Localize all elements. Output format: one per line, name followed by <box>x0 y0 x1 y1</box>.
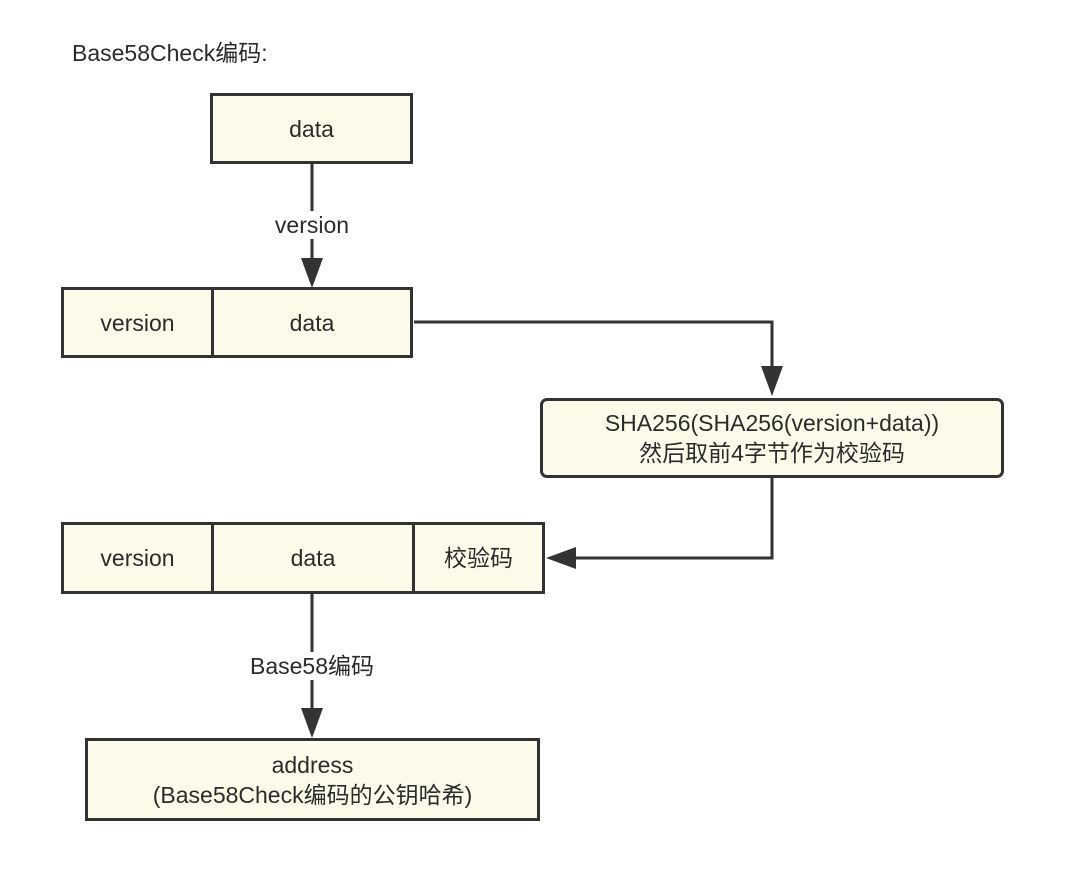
node-address-line1: address <box>271 751 354 778</box>
node-row1-data: data <box>211 287 413 358</box>
arrowhead-down-2 <box>761 366 783 396</box>
arrowhead-down-1 <box>301 258 323 288</box>
node-row2-version: version <box>61 522 213 594</box>
arrowhead-left-3 <box>546 547 576 569</box>
edge-hash-to-checksum <box>574 478 774 560</box>
node-address: address (Base58Check编码的公钥哈希) <box>85 738 540 821</box>
edge-label-base58: Base58编码 <box>246 652 378 680</box>
node-data-top-label: data <box>289 115 334 142</box>
node-hash-line1: SHA256(SHA256(version+data)) <box>604 410 940 436</box>
edge-row1-to-hash <box>414 320 774 370</box>
arrowhead-down-4 <box>301 708 323 738</box>
node-hash-checksum: SHA256(SHA256(version+data)) 然后取前4字节作为校验… <box>540 398 1004 478</box>
node-row2-data-label: data <box>290 545 336 571</box>
node-address-line2: (Base58Check编码的公钥哈希) <box>152 781 473 808</box>
node-hash-line2: 然后取前4字节作为校验码 <box>639 440 905 466</box>
edge-label-version: version <box>271 211 353 239</box>
node-row2-version-label: version <box>100 545 175 571</box>
node-row1-data-label: data <box>289 309 335 336</box>
node-row2-data: data <box>211 522 414 594</box>
node-row2-checksum-label: 校验码 <box>444 545 513 571</box>
node-row2-checksum: 校验码 <box>412 522 545 594</box>
page-title: Base58Check编码: <box>72 40 268 66</box>
node-row1-version: version <box>61 287 213 358</box>
node-row1-version-label: version <box>100 309 175 336</box>
node-data-top: data <box>210 93 413 164</box>
